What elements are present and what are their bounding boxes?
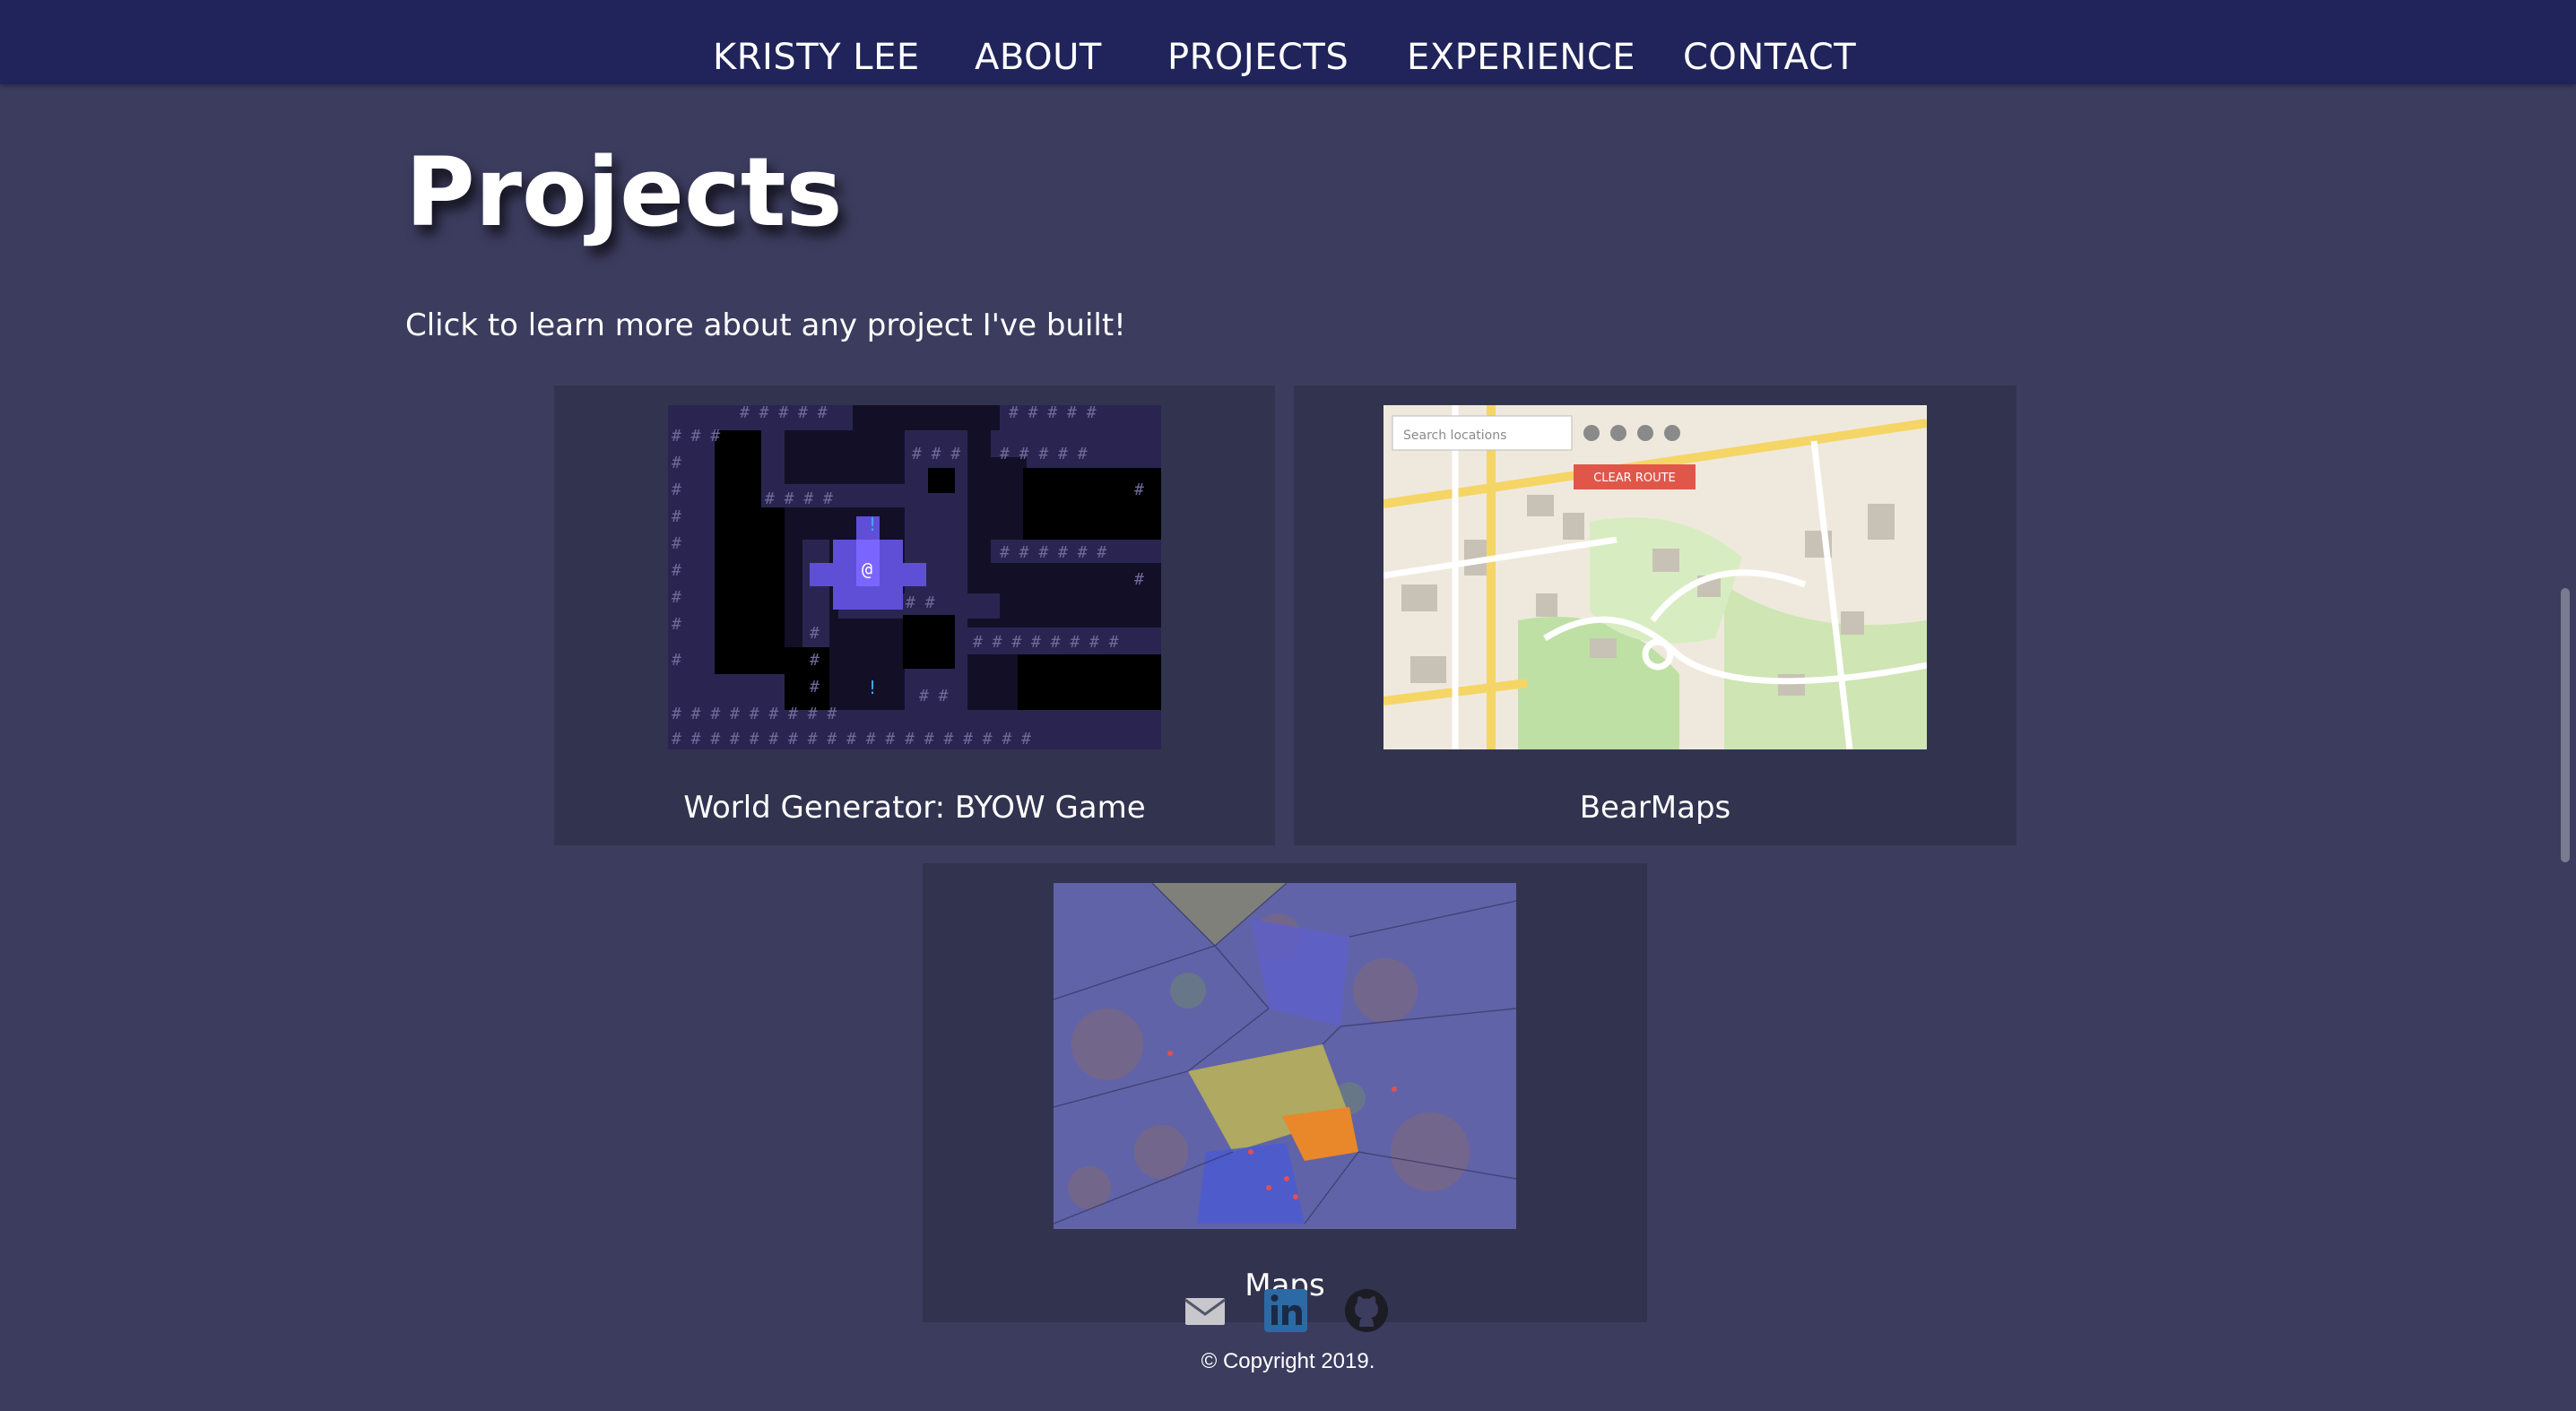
svg-text:# # # # # # # # # # # # # # #: # # # # # # # # # # # # # # # # # # #	[672, 730, 1031, 749]
svg-text:!: !	[867, 677, 878, 698]
bearmaps-thumbnail: Search locations CLEAR ROUTE	[1383, 405, 1927, 749]
map-search-placeholder: Search locations	[1403, 428, 1506, 443]
nav-brand[interactable]: KRISTY LEE	[713, 32, 920, 82]
svg-text:#: #	[1134, 480, 1144, 499]
svg-text:# # #: # # #	[912, 445, 960, 463]
svg-text:# # # # #: # # # # #	[1009, 405, 1097, 422]
nav-about[interactable]: ABOUT	[975, 32, 1102, 82]
svg-text:# # #: # # #	[672, 427, 720, 446]
svg-text:#: #	[672, 454, 681, 472]
scrollbar-thumb[interactable]	[2561, 588, 2570, 862]
nav-projects[interactable]: PROJECTS	[1167, 32, 1349, 82]
tile-world-image: # # # # # # # # # # # # # ### ### ## # #…	[668, 405, 1161, 749]
svg-text:#: #	[810, 651, 820, 670]
project-title: World Generator: BYOW Game	[683, 790, 1146, 826]
clear-route-label: CLEAR ROUTE	[1593, 472, 1676, 485]
copyright-text: © Copyright 2019.	[1201, 1349, 1375, 1373]
linkedin-icon[interactable]	[1262, 1285, 1309, 1336]
world-generator-thumbnail: # # # # # # # # # # # # # # # # # # # # # # #…	[668, 405, 1161, 749]
svg-text:# # # # #: # # # # #	[1000, 445, 1088, 463]
svg-text:!: !	[867, 514, 878, 535]
svg-text:#: #	[810, 678, 820, 697]
github-icon[interactable]	[1343, 1285, 1390, 1336]
svg-text:#: #	[672, 588, 681, 607]
svg-text:#: #	[672, 534, 681, 553]
svg-text:#: #	[810, 624, 820, 643]
svg-text:#: #	[672, 561, 681, 580]
voronoi-map-image	[1054, 883, 1516, 1229]
maps-thumbnail	[1054, 883, 1516, 1229]
campus-map-image: Search locations CLEAR ROUTE	[1383, 405, 1927, 749]
svg-text:#: #	[1134, 570, 1144, 589]
navbar: KRISTY LEE ABOUT PROJECTS EXPERIENCE CON…	[0, 0, 2576, 84]
nav-contact[interactable]: CONTACT	[1683, 32, 1856, 82]
page-title: Projects	[405, 137, 843, 247]
project-card-bearmaps[interactable]: Search locations CLEAR ROUTE BearMaps	[1294, 385, 2017, 845]
page-intro: Click to learn more about any project I'…	[405, 307, 1126, 343]
svg-text:# # # #: # # # #	[765, 489, 833, 508]
svg-text:# # # # # # # # #: # # # # # # # # #	[672, 705, 837, 723]
svg-text:#: #	[672, 651, 681, 670]
nav-experience[interactable]: EXPERIENCE	[1407, 32, 1635, 82]
svg-text:#: #	[672, 507, 681, 526]
email-icon[interactable]	[1182, 1285, 1228, 1336]
svg-text:# # # # # #: # # # # # #	[1000, 543, 1106, 562]
svg-text:@: @	[862, 558, 872, 580]
svg-text:# # # # # # # #: # # # # # # # #	[973, 633, 1119, 652]
svg-text:# # # # #: # # # # #	[740, 405, 828, 422]
svg-text:#: #	[672, 480, 681, 499]
project-card-world-generator[interactable]: # # # # # # # # # # # # # # # # # # # # # # #…	[554, 385, 1275, 845]
svg-text:# #: # #	[919, 687, 949, 706]
svg-text:#: #	[672, 615, 681, 634]
project-card-maps[interactable]: Maps	[923, 863, 1647, 1322]
project-title: BearMaps	[1579, 790, 1731, 826]
